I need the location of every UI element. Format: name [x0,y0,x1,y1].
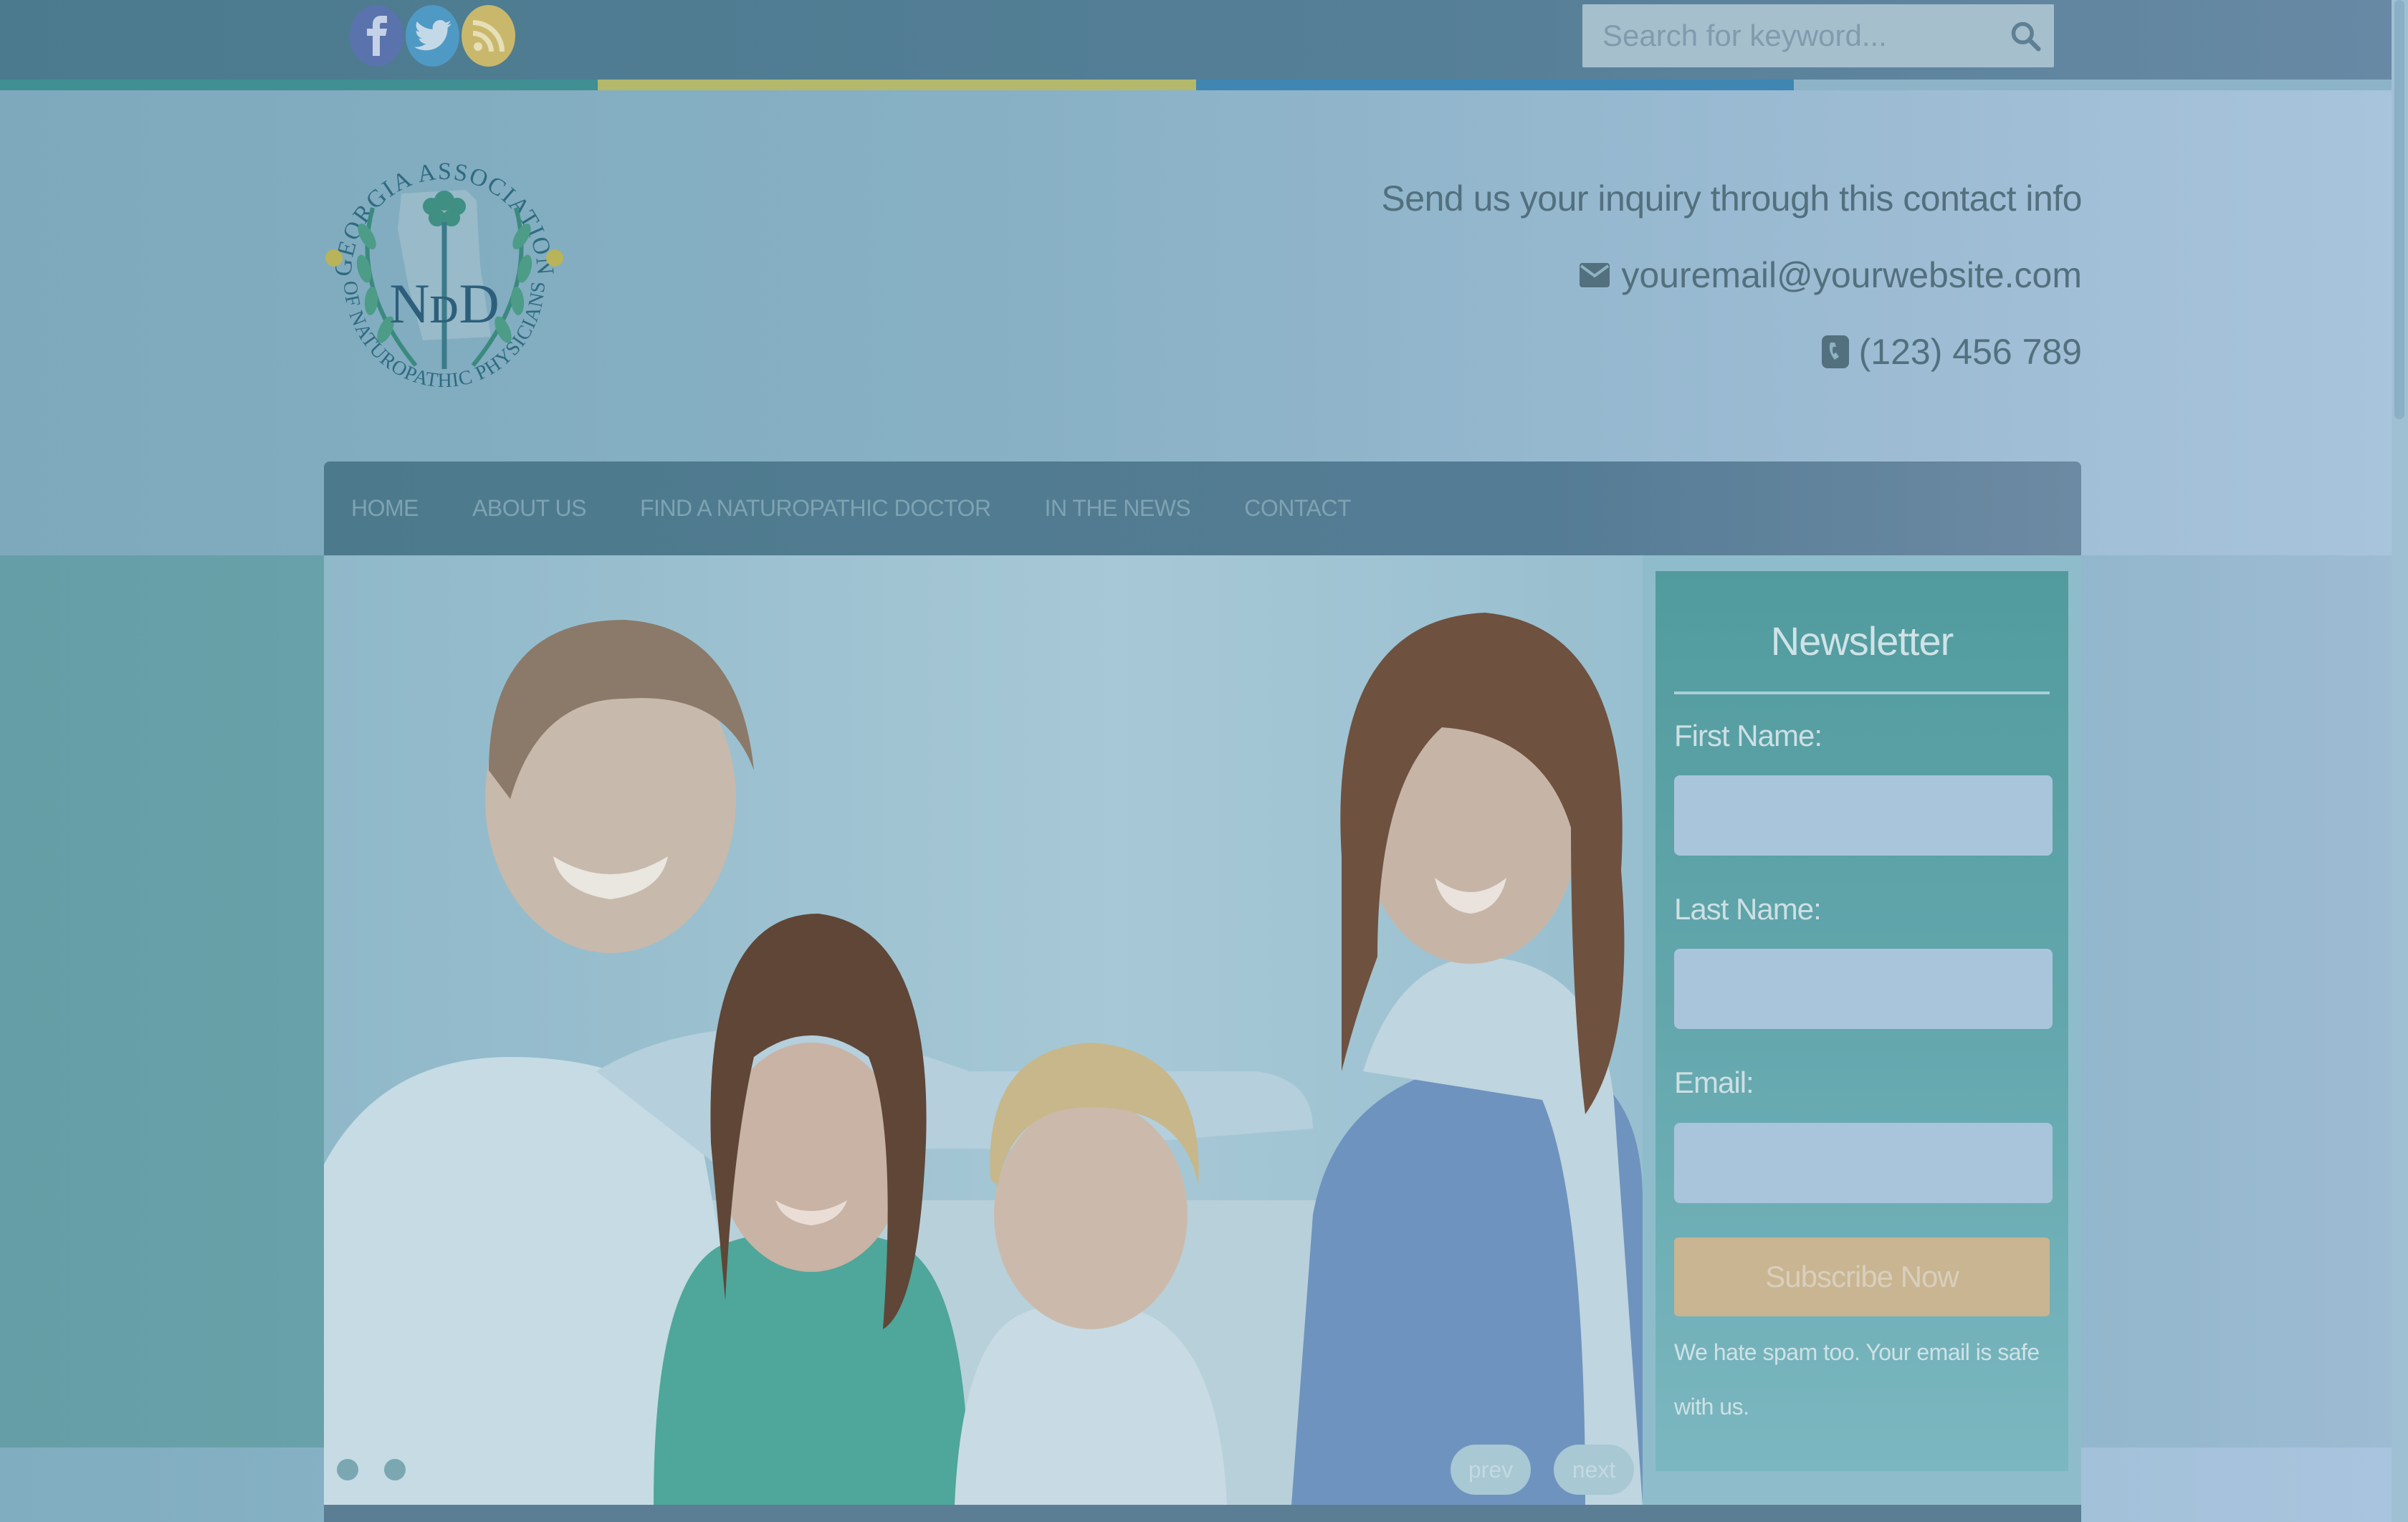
rss-icon[interactable] [462,5,515,67]
search-icon[interactable] [2010,20,2041,52]
color-strip-segment [1195,80,1794,90]
nav-item-in-the-news[interactable]: IN THE NEWS [1045,495,1191,522]
main-nav: HOME ABOUT US FIND A NATUROPATHIC DOCTOR… [324,461,2081,555]
newsletter-note: We hate spam too. Your email is safe wit… [1674,1339,2040,1420]
subscribe-button[interactable]: Subscribe Now [1674,1238,2050,1316]
contact-email-text: youremail@yourwebsite.com [1621,255,2082,295]
contact-intro: Send us your inquiry through this contac… [1381,178,2082,219]
slider-prev-button[interactable]: prev [1451,1445,1531,1495]
nav-item-home[interactable]: HOME [351,495,419,522]
facebook-glyph [366,16,387,56]
twitter-icon[interactable] [406,5,459,67]
site-logo[interactable]: GEORGIA ASSOCIATION OF NATUROPATHIC PHYS… [322,122,566,419]
slider-dot[interactable] [337,1459,358,1480]
twitter-glyph [414,20,452,51]
color-strip-segment [1793,80,2392,90]
hero-slider: prev next [324,555,1643,1505]
nav-item-contact[interactable]: CONTACT [1244,495,1351,522]
scrollbar-thumb[interactable] [2394,0,2404,419]
slider-dot[interactable] [384,1459,406,1480]
email-field[interactable] [1674,1123,2053,1203]
email-label: Email: [1674,1066,1754,1099]
contact-phone[interactable]: (123) 456 789 [1821,331,2082,373]
contact-phone-text: (123) 456 789 [1858,332,2082,372]
nav-item-find-doctor[interactable]: FIND A NATUROPATHIC DOCTOR [640,495,991,522]
first-name-field[interactable] [1674,775,2053,856]
contact-email[interactable]: youremail@yourwebsite.com [1580,254,2082,296]
newsletter-panel: Newsletter First Name: Last Name: Email:… [1656,571,2068,1471]
phone-icon [1821,335,1849,368]
search-box [1582,4,2054,67]
last-name-label: Last Name: [1674,892,1822,926]
envelope-icon [1580,263,1610,287]
rss-glyph [472,20,505,52]
search-input[interactable] [1602,4,2004,67]
first-name-label: First Name: [1674,719,1822,752]
last-name-field[interactable] [1674,949,2053,1029]
slider-next-button[interactable]: next [1554,1445,1634,1495]
color-strip [0,80,2392,90]
facebook-icon[interactable] [350,5,403,67]
color-strip-segment [0,80,598,90]
nav-item-about-us[interactable]: ABOUT US [472,495,587,522]
family-photo [324,555,1643,1505]
content-bottom-strip [324,1505,2081,1522]
newsletter-divider [1674,691,2050,694]
logo-monogram: NᴅD [389,272,500,335]
newsletter-title: Newsletter [1770,618,1954,664]
color-strip-segment [598,80,1196,90]
